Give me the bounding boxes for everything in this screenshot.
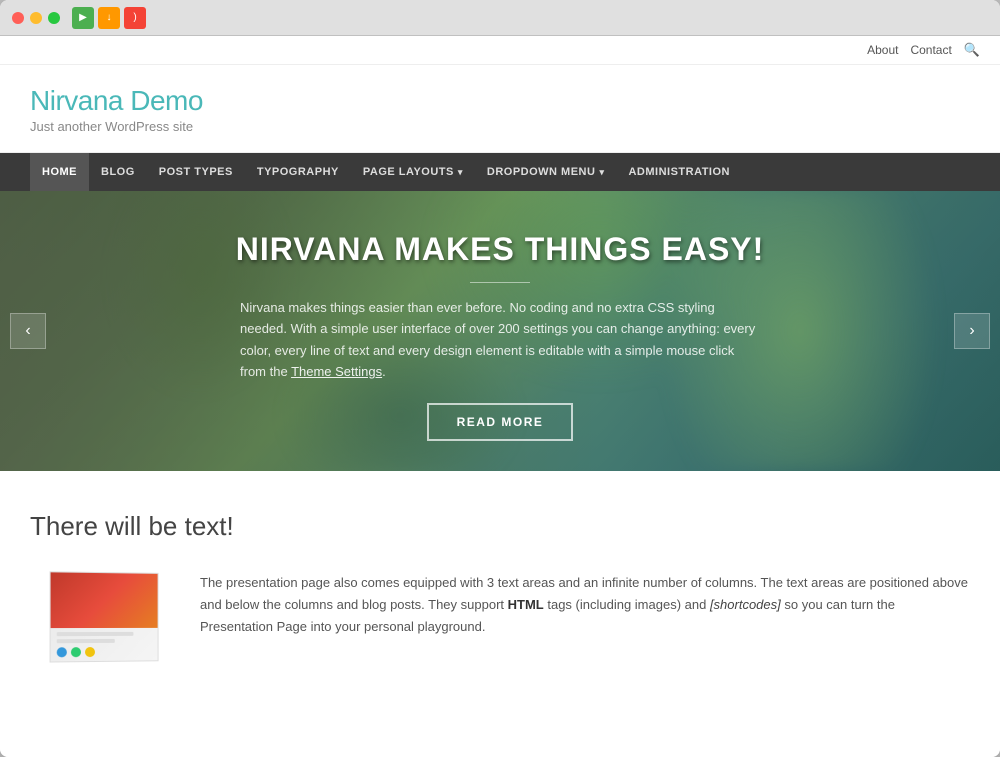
mock-lines	[51, 628, 158, 662]
hero-cta-button[interactable]: READ MORE	[427, 403, 574, 441]
site-header: Nirvana Demo Just another WordPress site	[0, 65, 1000, 153]
browser-titlebar: ▶ ↓ )	[0, 0, 1000, 36]
mock-device-image	[29, 571, 159, 673]
nav-item-page-layouts[interactable]: PAGE LAYOUTS ▾	[351, 153, 475, 191]
mock-line	[57, 639, 115, 643]
mock-photo	[51, 572, 158, 628]
nav-item-blog[interactable]: BLOG	[89, 153, 147, 191]
window-controls	[12, 12, 60, 24]
close-button[interactable]	[12, 12, 24, 24]
feed-icon[interactable]: )	[124, 7, 146, 29]
main-nav: HOME BLOG POST TYPES TYPOGRAPHY PAGE LAY…	[0, 153, 1000, 191]
mock-line	[57, 632, 133, 636]
contact-link[interactable]: Contact	[910, 43, 951, 57]
search-icon[interactable]: 🔍	[964, 42, 980, 58]
content-columns: The presentation page also comes equippe…	[30, 572, 970, 672]
browser-content: About Contact 🔍 Nirvana Demo Just anothe…	[0, 36, 1000, 757]
mock-circle-yellow	[85, 647, 95, 657]
nav-item-dropdown-menu[interactable]: DROPDOWN MENU ▾	[475, 153, 617, 191]
hero-content: NIRVANA MAKES THINGS EASY! Nirvana makes…	[0, 191, 1000, 461]
hero-description: Nirvana makes things easier than ever be…	[240, 297, 760, 383]
hero-slider: ‹ › NIRVANA MAKES THINGS EASY! Nirvana m…	[0, 191, 1000, 471]
browser-window: ▶ ↓ ) About Contact 🔍 Nirvana Demo Just …	[0, 0, 1000, 757]
site-title: Nirvana Demo	[30, 85, 970, 117]
nav-item-typography[interactable]: TYPOGRAPHY	[245, 153, 351, 191]
content-text: The presentation page also comes equippe…	[200, 572, 970, 638]
nav-item-administration[interactable]: ADMINISTRATION	[616, 153, 742, 191]
site-tagline: Just another WordPress site	[30, 119, 970, 134]
rss-icon[interactable]: ↓	[98, 7, 120, 29]
minimize-button[interactable]	[30, 12, 42, 24]
slider-prev-button[interactable]: ‹	[10, 313, 46, 349]
chevron-down-icon: ▾	[458, 167, 463, 178]
chevron-down-icon: ▾	[599, 167, 604, 178]
mock-image-inner	[50, 571, 159, 662]
content-heading: There will be text!	[30, 511, 970, 542]
content-bold-html: HTML	[508, 597, 544, 612]
mock-circle-blue	[57, 647, 67, 657]
hero-title: NIRVANA MAKES THINGS EASY!	[80, 231, 920, 268]
nav-item-home[interactable]: HOME	[30, 153, 89, 191]
utility-nav: About Contact 🔍	[0, 36, 1000, 65]
hero-divider	[470, 282, 530, 283]
main-content: There will be text!	[0, 471, 1000, 702]
maximize-button[interactable]	[48, 12, 60, 24]
youtube-icon[interactable]: ▶	[72, 7, 94, 29]
about-link[interactable]: About	[867, 43, 898, 57]
content-italic-shortcodes: [shortcodes]	[710, 597, 781, 612]
toolbar-icons: ▶ ↓ )	[72, 7, 146, 29]
slider-next-button[interactable]: ›	[954, 313, 990, 349]
nav-item-post-types[interactable]: POST TYPES	[147, 153, 245, 191]
mock-circle-green	[71, 647, 81, 657]
mock-circles	[57, 647, 152, 658]
theme-settings-link[interactable]: Theme Settings	[291, 364, 382, 379]
content-image-area	[30, 572, 170, 672]
browser-toolbar: ▶ ↓ )	[72, 7, 988, 29]
